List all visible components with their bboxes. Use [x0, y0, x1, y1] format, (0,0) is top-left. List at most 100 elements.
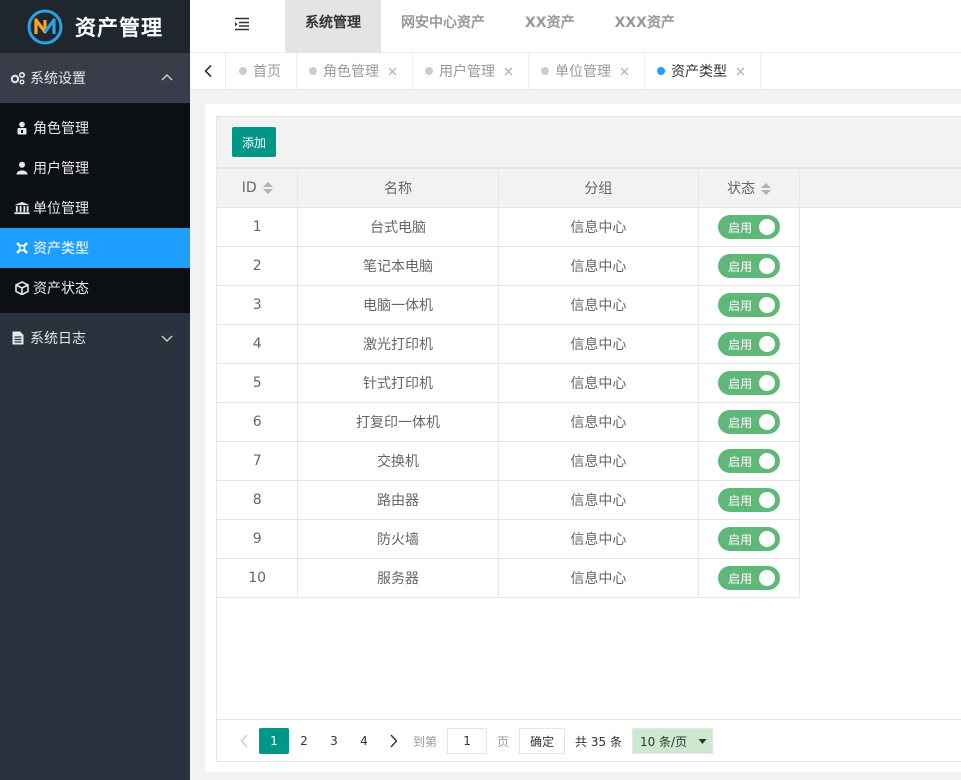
top-nav-netsec-assets[interactable]: 网安中心资产: [381, 0, 505, 53]
page-jump-confirm-button[interactable]: 确定: [519, 728, 566, 754]
prev-page-icon[interactable]: [229, 728, 259, 754]
chevron-left-icon: [203, 64, 212, 78]
content-panel: 添加 ID 名称 分组 状态 1 台式电脑 信息中心 启用 2 笔记本电脑 信息中心 启用 3 电…: [205, 104, 961, 772]
status-toggle[interactable]: 启用: [718, 332, 781, 356]
cell-filler: [799, 441, 961, 481]
column-header-status[interactable]: 状态: [698, 168, 801, 208]
tab-dot-icon: [309, 67, 317, 75]
page-unit-label: 页: [497, 734, 510, 749]
cell-id: 7: [217, 441, 299, 481]
close-icon[interactable]: [735, 66, 745, 76]
next-page-icon[interactable]: [379, 728, 409, 754]
tab-dot-icon: [239, 67, 247, 75]
page-button-2[interactable]: 2: [289, 728, 319, 754]
logo-area: 资产管理: [0, 0, 190, 53]
page-size-select[interactable]: 10 条/页: [631, 728, 713, 754]
column-header-label: 状态: [727, 181, 756, 197]
table-card: 添加 ID 名称 分组 状态 1 台式电脑 信息中心 启用 2 笔记本电脑 信息中心 启用 3 电…: [216, 116, 961, 762]
tab-prev-button[interactable]: [190, 53, 226, 89]
status-toggle-label: 启用: [728, 337, 753, 352]
menu-group-system-settings[interactable]: 系统设置: [0, 53, 190, 103]
status-toggle-label: 启用: [728, 259, 753, 274]
close-icon[interactable]: [619, 66, 629, 76]
cell-status: 启用: [698, 480, 801, 520]
menu-group-system-log[interactable]: 系统日志: [0, 313, 190, 363]
table-row: 5 针式打印机 信息中心 启用: [217, 363, 961, 403]
sort-icon[interactable]: [761, 183, 772, 195]
sidebar-item-role[interactable]: 角色管理: [0, 108, 190, 148]
page-button-1[interactable]: 1: [259, 728, 289, 754]
page-button-4[interactable]: 4: [349, 728, 379, 754]
cell-group: 信息中心: [497, 363, 700, 403]
tab-unit-management[interactable]: 单位管理: [529, 53, 645, 89]
column-header-group: 分组: [497, 168, 700, 208]
toggle-knob: [759, 570, 776, 586]
sidebar-item-unit[interactable]: 单位管理: [0, 188, 190, 228]
column-header-name: 名称: [297, 168, 499, 208]
page-jump-input[interactable]: [447, 728, 488, 754]
status-toggle[interactable]: 启用: [718, 527, 781, 551]
status-toggle-label: 启用: [728, 454, 753, 469]
cell-id: 5: [217, 363, 299, 403]
status-toggle[interactable]: 启用: [718, 566, 781, 590]
status-toggle[interactable]: 启用: [718, 293, 781, 317]
tab-role-management[interactable]: 角色管理: [297, 53, 413, 89]
status-toggle[interactable]: 启用: [718, 254, 781, 278]
toggle-knob: [759, 297, 776, 313]
cell-name: 激光打印机: [297, 324, 499, 364]
sort-icon[interactable]: [262, 182, 273, 194]
cell-status: 启用: [698, 207, 801, 247]
table-row: 6 打复印一体机 信息中心 启用: [217, 402, 961, 442]
tabs: 首页 角色管理 用户管理 单位管理 资产类型: [227, 53, 761, 89]
menu-toggle-icon[interactable]: [234, 17, 250, 31]
table-body: 1 台式电脑 信息中心 启用 2 笔记本电脑 信息中心 启用 3 电脑一体机 信息中心 启用 4 激光打印…: [217, 207, 961, 598]
status-toggle[interactable]: 启用: [718, 410, 781, 434]
sidebar-item-label: 资产类型: [33, 241, 89, 257]
sidebar-item-label: 用户管理: [33, 161, 89, 177]
page-button-3[interactable]: 3: [319, 728, 349, 754]
pagination: 1 2 3 4 到第 页 确定 共 35 条 10 条/页: [217, 719, 961, 762]
table-header-row: ID 名称 分组 状态: [217, 168, 961, 208]
logo-icon: [27, 9, 63, 45]
status-toggle[interactable]: 启用: [718, 215, 781, 239]
top-nav-xx-assets[interactable]: XX资产: [505, 0, 595, 53]
sidebar: 资产管理 系统设置 角色管理 用户管理 单位管理 资产类型 资产状态 系统日志: [0, 0, 190, 780]
toggle-knob: [759, 453, 776, 469]
chevron-down-icon: [160, 331, 174, 345]
column-header-id[interactable]: ID: [217, 168, 299, 208]
close-icon[interactable]: [503, 66, 513, 76]
sidebar-item-user[interactable]: 用户管理: [0, 148, 190, 188]
total-count: 共 35 条: [575, 734, 622, 749]
tab-label: 首页: [253, 64, 281, 80]
tab-label: 用户管理: [439, 64, 495, 80]
top-nav: 系统管理 网安中心资产 XX资产 XXX资产: [285, 0, 695, 53]
top-nav-system-management[interactable]: 系统管理: [285, 0, 381, 53]
asterisk-icon: [14, 240, 30, 256]
cell-name: 笔记本电脑: [297, 246, 499, 286]
cell-group: 信息中心: [497, 246, 700, 286]
cell-filler: [799, 324, 961, 364]
cell-status: 启用: [698, 246, 801, 286]
toggle-knob: [759, 414, 776, 430]
cell-status: 启用: [698, 363, 801, 403]
tab-label: 资产类型: [671, 64, 727, 80]
add-button[interactable]: 添加: [232, 127, 277, 157]
column-header-label: ID: [241, 180, 257, 196]
sidebar-item-asset-type[interactable]: 资产类型: [0, 228, 190, 268]
user-lock-icon: [14, 120, 30, 136]
close-icon[interactable]: [387, 66, 397, 76]
status-toggle[interactable]: 启用: [718, 371, 781, 395]
top-nav-xxx-assets[interactable]: XXX资产: [595, 0, 695, 53]
tab-asset-type[interactable]: 资产类型: [645, 53, 761, 89]
tab-home[interactable]: 首页: [227, 53, 297, 89]
status-toggle[interactable]: 启用: [718, 449, 781, 473]
tab-user-management[interactable]: 用户管理: [413, 53, 529, 89]
app-title: 资产管理: [75, 15, 163, 40]
status-toggle-label: 启用: [728, 415, 753, 430]
status-toggle[interactable]: 启用: [718, 488, 781, 512]
tab-label: 单位管理: [555, 64, 611, 80]
table-row: 4 激光打印机 信息中心 启用: [217, 324, 961, 364]
cell-filler: [799, 246, 961, 286]
cell-status: 启用: [698, 285, 801, 325]
sidebar-item-asset-status[interactable]: 资产状态: [0, 268, 190, 308]
